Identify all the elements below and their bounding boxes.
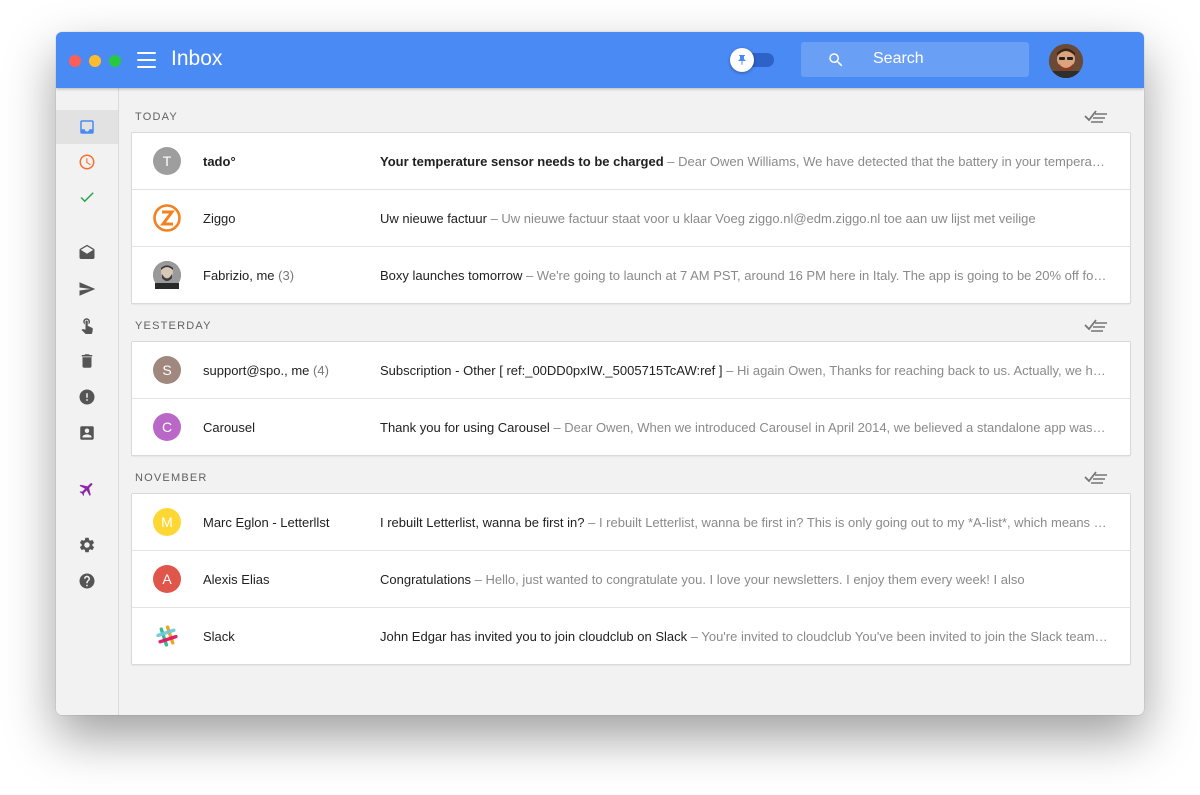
- slack-logo-icon: [153, 622, 181, 650]
- list-item[interactable]: Ziggo Uw nieuwe factuur – Uw nieuwe fact…: [132, 189, 1130, 246]
- list-item[interactable]: S support@spo., me (4) Subscription - Ot…: [132, 342, 1130, 398]
- message-subject: Your temperature sensor needs to be char…: [380, 154, 664, 169]
- sender-avatar: A: [153, 565, 181, 593]
- sender-name: Ziggo: [203, 211, 236, 226]
- drafts-icon: [79, 244, 95, 259]
- message-snippet: – You're invited to cloudclub You've bee…: [687, 629, 1108, 644]
- sidebar-item-contacts[interactable]: [56, 416, 118, 450]
- sender-avatar: S: [153, 356, 181, 384]
- zoom-window-button[interactable]: [109, 55, 121, 67]
- sidebar-item-trips[interactable]: [56, 472, 118, 506]
- message-snippet: – Hi again Owen, Thanks for reaching bac…: [726, 363, 1108, 378]
- sidebar-item-help[interactable]: [56, 564, 118, 598]
- spam-icon: [79, 389, 95, 405]
- sidebar-item-sent[interactable]: [56, 272, 118, 306]
- sidebar-item-spam[interactable]: [56, 380, 118, 414]
- message-snippet: – Dear Owen, When we introduced Carousel…: [549, 420, 1108, 435]
- message-snippet: – Hello, just wanted to congratulate you…: [471, 572, 1025, 587]
- message-subject: Subscription - Other [ ref:_00DD0pxIW._5…: [380, 363, 723, 378]
- thread-count: (4): [313, 363, 329, 378]
- ziggo-logo-icon: [153, 204, 181, 232]
- message-snippet: – Dear Owen Williams, We have detected t…: [667, 154, 1108, 169]
- message-preview: Thank you for using Carousel – Dear Owen…: [380, 420, 1108, 435]
- message-preview: Congratulations – Hello, just wanted to …: [380, 572, 1108, 587]
- list-item[interactable]: Fabrizio, me (3) Boxy launches tomorrow …: [132, 246, 1130, 303]
- list-item[interactable]: A Alexis Elias Congratulations – Hello, …: [132, 550, 1130, 607]
- message-subject: Boxy launches tomorrow: [380, 268, 523, 283]
- sender-avatar: [153, 261, 181, 289]
- sidebar-item-done[interactable]: [56, 180, 118, 214]
- search-input[interactable]: Search: [801, 42, 1029, 77]
- page-title: Inbox: [171, 47, 223, 70]
- account-avatar[interactable]: [1049, 44, 1083, 78]
- message-preview: Uw nieuwe factuur – Uw nieuwe factuur st…: [380, 211, 1108, 226]
- message-preview: Subscription - Other [ ref:_00DD0pxIW._5…: [380, 363, 1108, 378]
- search-icon: [829, 53, 843, 67]
- message-preview: I rebuilt Letterlist, wanna be first in?…: [380, 515, 1108, 530]
- sender-name: support@spo., me (4): [203, 363, 329, 378]
- sidebar-item-reminders[interactable]: [56, 308, 118, 342]
- message-preview: Boxy launches tomorrow – We're going to …: [380, 268, 1108, 283]
- sidebar: [56, 88, 119, 715]
- sidebar-item-drafts[interactable]: [56, 236, 118, 270]
- message-snippet: – Uw nieuwe factuur staat voor u klaar V…: [486, 211, 1036, 226]
- search-placeholder: Search: [873, 50, 924, 67]
- list-item[interactable]: M Marc Eglon - Letterllst I rebuilt Lett…: [132, 494, 1130, 550]
- section-label-yesterday: YESTERDAY: [135, 320, 212, 332]
- sidebar-item-settings[interactable]: [56, 528, 118, 562]
- sender-avatar: C: [153, 413, 181, 441]
- inbox-list: TODAY T tado° Your temperature sensor ne…: [131, 88, 1131, 715]
- message-subject: Uw nieuwe factuur: [380, 211, 487, 226]
- snoozed-clock-icon: [79, 154, 95, 170]
- sender-name: Alexis Elias: [203, 572, 270, 587]
- section-label-today: TODAY: [135, 111, 178, 123]
- section-card-november: M Marc Eglon - Letterllst I rebuilt Lett…: [131, 493, 1131, 665]
- message-subject: Thank you for using Carousel: [380, 420, 550, 435]
- sender-avatar: M: [153, 508, 181, 536]
- message-subject: John Edgar has invited you to join cloud…: [380, 629, 688, 644]
- reminders-icon: [81, 318, 93, 334]
- message-snippet: – I rebuilt Letterlist, wanna be first i…: [584, 515, 1108, 530]
- settings-gear-icon: [79, 537, 95, 553]
- sender-name: Slack: [203, 629, 235, 644]
- message-subject: I rebuilt Letterlist, wanna be first in?: [380, 515, 585, 530]
- sidebar-item-trash[interactable]: [56, 344, 118, 378]
- contacts-icon: [80, 426, 94, 440]
- message-snippet: – We're going to launch at 7 AM PST, aro…: [525, 268, 1108, 283]
- pinned-toggle[interactable]: [730, 48, 776, 72]
- list-item[interactable]: C Carousel Thank you for using Carousel …: [132, 398, 1130, 455]
- help-icon: [79, 573, 95, 589]
- section-card-yesterday: S support@spo., me (4) Subscription - Ot…: [131, 341, 1131, 456]
- message-subject: Congratulations: [380, 572, 472, 587]
- sender-avatar: T: [153, 147, 181, 175]
- sweep-done-icon[interactable]: [1083, 108, 1109, 124]
- list-item[interactable]: T tado° Your temperature sensor needs to…: [132, 133, 1130, 189]
- section-label-november: NOVEMBER: [135, 472, 208, 484]
- sender-name: Carousel: [203, 420, 256, 435]
- minimize-window-button[interactable]: [89, 55, 101, 67]
- sidebar-item-snoozed[interactable]: [56, 145, 118, 179]
- trash-icon: [81, 354, 93, 368]
- menu-icon[interactable]: [137, 52, 156, 68]
- thread-count: (3): [278, 268, 295, 283]
- app-window: Inbox Search TODAY T tado° Your temperat…: [56, 32, 1144, 715]
- done-check-icon: [80, 192, 94, 203]
- pin-icon: [738, 55, 746, 65]
- title-bar: Inbox Search: [56, 32, 1144, 88]
- sweep-done-icon[interactable]: [1083, 317, 1109, 333]
- close-window-button[interactable]: [69, 55, 81, 67]
- sender-name: tado°: [203, 154, 236, 169]
- section-card-today: T tado° Your temperature sensor needs to…: [131, 132, 1131, 304]
- sweep-done-icon[interactable]: [1083, 469, 1109, 485]
- sidebar-item-inbox[interactable]: [56, 110, 118, 144]
- trips-plane-icon: [79, 483, 93, 496]
- list-item[interactable]: Slack John Edgar has invited you to join…: [132, 607, 1130, 664]
- inbox-icon: [80, 120, 94, 134]
- message-preview: John Edgar has invited you to join cloud…: [380, 629, 1108, 644]
- sent-icon: [79, 282, 96, 296]
- message-preview: Your temperature sensor needs to be char…: [380, 154, 1108, 169]
- sender-name: Marc Eglon - Letterllst: [203, 515, 330, 530]
- sender-name: Fabrizio, me (3): [203, 268, 295, 283]
